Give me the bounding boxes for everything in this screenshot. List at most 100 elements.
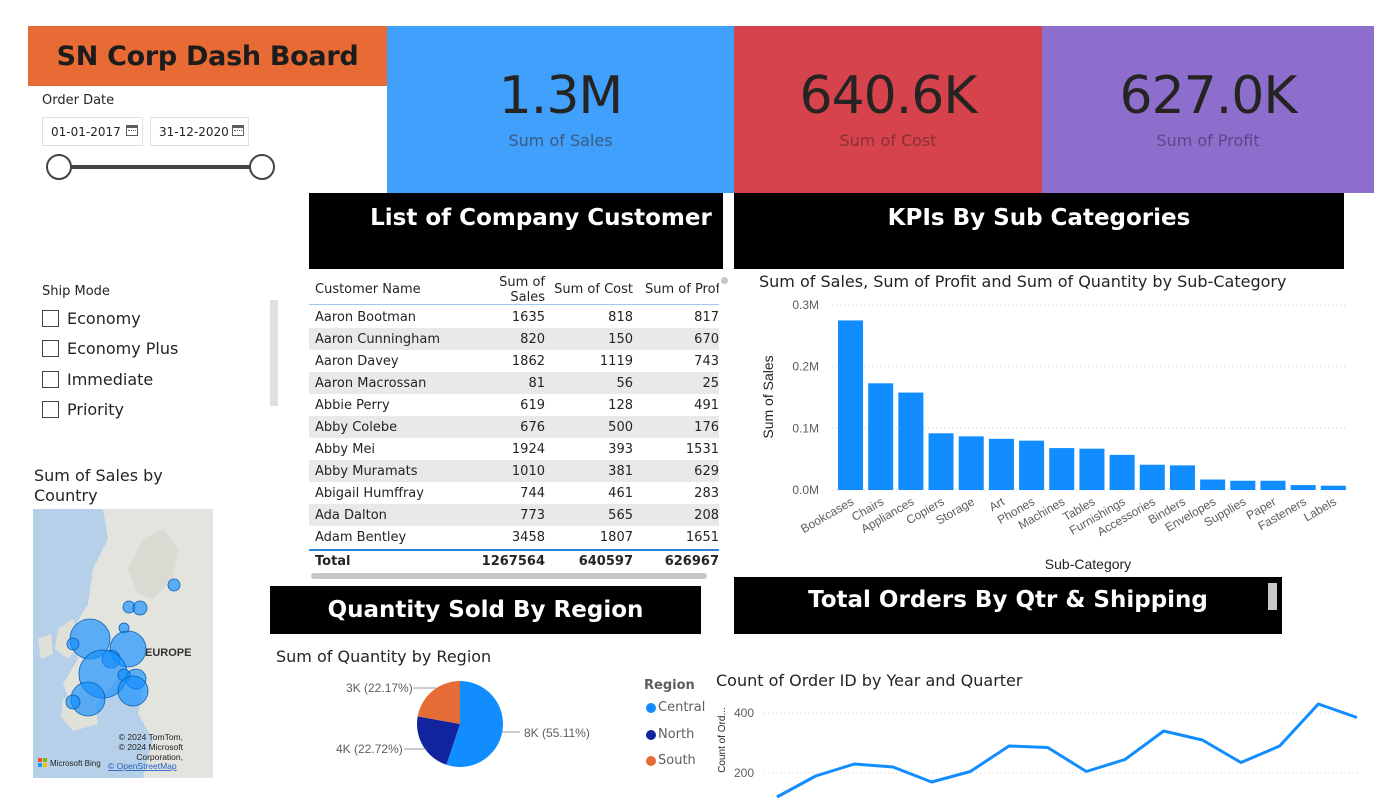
- pie-data-label: 3K (22.17%): [346, 681, 413, 695]
- ship-mode-scrollbar[interactable]: [270, 300, 278, 406]
- openstreetmap-link: © OpenStreetMap: [108, 761, 177, 771]
- kpi-card-sales[interactable]: 1.3M Sum of Sales: [387, 26, 734, 193]
- cost-cell: 381: [608, 463, 633, 479]
- x-tick-label: Labels: [1301, 494, 1339, 524]
- kpi-value: 627.0K: [1119, 65, 1298, 126]
- date-range-slider-track[interactable]: [59, 165, 262, 169]
- legend-item-central[interactable]: Central: [646, 700, 705, 715]
- kpi-label: Sum of Sales: [508, 131, 613, 151]
- map-bubble: [65, 694, 81, 710]
- table-row[interactable]: Aaron Davey 1862 1119 743: [309, 350, 719, 372]
- column-header-label: Customer Name: [315, 282, 421, 297]
- column-header-sales[interactable]: Sum of Sales: [461, 275, 545, 305]
- customer-name-cell: Abigail Humffray: [315, 485, 424, 501]
- column-header-customer[interactable]: Customer Name ▲: [309, 282, 461, 297]
- date-range-start-handle[interactable]: [46, 154, 72, 180]
- table-row[interactable]: Ada Dalton 773 565 208: [309, 504, 719, 526]
- bar: [1019, 440, 1045, 490]
- sales-cell: 1010: [511, 463, 545, 479]
- legend-label: Central: [658, 700, 706, 715]
- y-tick-label: 0.2M: [792, 360, 819, 374]
- ship-mode-option-economy-plus[interactable]: Economy Plus: [42, 337, 178, 359]
- cost-cell: 1119: [599, 353, 633, 369]
- bar: [928, 433, 954, 490]
- y-tick-label: 0.1M: [792, 421, 819, 435]
- orders-line-chart[interactable]: 200 400 Count of Ord...: [714, 695, 1364, 803]
- map-bubble: [66, 637, 80, 651]
- checkbox[interactable]: [42, 339, 59, 357]
- sales-cell: 1635: [511, 309, 545, 325]
- y-axis-title: Sum of Sales: [760, 355, 776, 438]
- ship-mode-option-priority[interactable]: Priority: [42, 398, 124, 420]
- table-row[interactable]: Abby Mei 1924 393 1531: [309, 438, 719, 460]
- legend-label: South: [658, 753, 696, 768]
- ship-mode-option-economy[interactable]: Economy: [42, 307, 141, 329]
- bar: [1230, 480, 1256, 490]
- total-label: Total: [315, 553, 351, 569]
- sub-category-bar-chart[interactable]: 0.0M0.1M0.2M0.3MBookcasesChairsAppliance…: [755, 295, 1355, 577]
- map-canvas: EUROPE © 2024 TomTom, © 2024 Microsoft C…: [33, 509, 213, 778]
- x-axis-title: Sub-Category: [1045, 556, 1131, 572]
- customer-table[interactable]: Customer Name ▲ Sum of Sales Sum of Cost…: [309, 275, 723, 580]
- legend-item-south[interactable]: South: [646, 753, 696, 768]
- customer-name-cell: Ada Dalton: [315, 507, 387, 523]
- bar: [1260, 480, 1286, 490]
- start-date-input[interactable]: 01-01-2017: [42, 117, 143, 146]
- table-row[interactable]: Abigail Humffray 744 461 283: [309, 482, 719, 504]
- bar: [1139, 464, 1165, 490]
- ship-mode-label: Ship Mode: [42, 284, 110, 299]
- date-range-end-handle[interactable]: [249, 154, 275, 180]
- kpi-label: Sum of Profit: [1156, 131, 1260, 151]
- checkbox[interactable]: [42, 309, 59, 327]
- profit-cell: 1531: [685, 441, 719, 457]
- region-header: Quantity Sold By Region: [270, 586, 701, 634]
- column-header-cost[interactable]: Sum of Cost: [545, 282, 633, 297]
- table-row[interactable]: Adam Bentley 3458 1807 1651: [309, 526, 719, 548]
- ship-mode-option-label: Immediate: [67, 369, 154, 389]
- map-brand: Microsoft Bing: [50, 759, 101, 768]
- sales-cell: 3458: [511, 529, 545, 545]
- dashboard-title: SN Corp Dash Board: [56, 40, 359, 72]
- table-header-row: Customer Name ▲ Sum of Sales Sum of Cost…: [309, 275, 719, 305]
- end-date-input[interactable]: 31-12-2020: [150, 117, 249, 146]
- legend-item-north[interactable]: North: [646, 727, 694, 742]
- sales-cell: 744: [520, 485, 545, 501]
- total-cost: 640597: [578, 553, 633, 569]
- total-profit: 626967: [664, 553, 719, 569]
- kpi-card-profit[interactable]: 627.0K Sum of Profit: [1042, 26, 1374, 193]
- cost-cell: 56: [616, 375, 633, 391]
- sales-cell: 81: [528, 375, 545, 391]
- calendar-icon[interactable]: [126, 125, 138, 136]
- customer-name-cell: Aaron Cunningham: [315, 331, 441, 347]
- checkbox[interactable]: [42, 370, 59, 388]
- legend-label: North: [658, 727, 695, 742]
- kpi-label: Sum of Cost: [839, 131, 937, 151]
- calendar-icon[interactable]: [232, 125, 244, 136]
- table-row[interactable]: Abby Muramats 1010 381 629: [309, 460, 719, 482]
- table-row[interactable]: Abbie Perry 619 128 491: [309, 394, 719, 416]
- sales-cell: 1924: [511, 441, 545, 457]
- y-tick-label: 200: [734, 766, 754, 780]
- profit-cell: 491: [694, 397, 719, 413]
- region-pie-chart[interactable]: 8K (55.11%) 4K (22.72%) 3K (22.17%): [276, 665, 636, 795]
- bar: [1049, 448, 1075, 490]
- profit-cell: 208: [694, 507, 719, 523]
- column-header-profit[interactable]: Sum of Profit: [633, 282, 719, 297]
- table-horizontal-scrollbar[interactable]: [311, 573, 707, 579]
- checkbox[interactable]: [42, 400, 59, 418]
- bar-chart-title: Sum of Sales, Sum of Profit and Sum of Q…: [759, 272, 1287, 291]
- kpi-card-cost[interactable]: 640.6K Sum of Cost: [734, 26, 1042, 193]
- orders-scrollbar[interactable]: [1268, 583, 1277, 610]
- table-row[interactable]: Aaron Macrossan 81 56 25: [309, 372, 719, 394]
- sales-by-country-map[interactable]: EUROPE © 2024 TomTom, © 2024 Microsoft C…: [33, 509, 213, 778]
- table-row[interactable]: Aaron Cunningham 820 150 670: [309, 328, 719, 350]
- table-row[interactable]: Abby Colebe 676 500 176: [309, 416, 719, 438]
- map-credit: © 2024 TomTom,: [119, 732, 183, 742]
- kpi-value: 1.3M: [498, 65, 624, 126]
- ship-mode-option-immediate[interactable]: Immediate: [42, 368, 153, 390]
- map-bubble: [117, 675, 149, 707]
- line-chart-title: Count of Order ID by Year and Quarter: [716, 671, 1023, 690]
- table-row[interactable]: Aaron Bootman 1635 818 817: [309, 306, 719, 328]
- ship-mode-option-label: Priority: [67, 399, 124, 419]
- table-vertical-scrollbar[interactable]: [721, 277, 728, 284]
